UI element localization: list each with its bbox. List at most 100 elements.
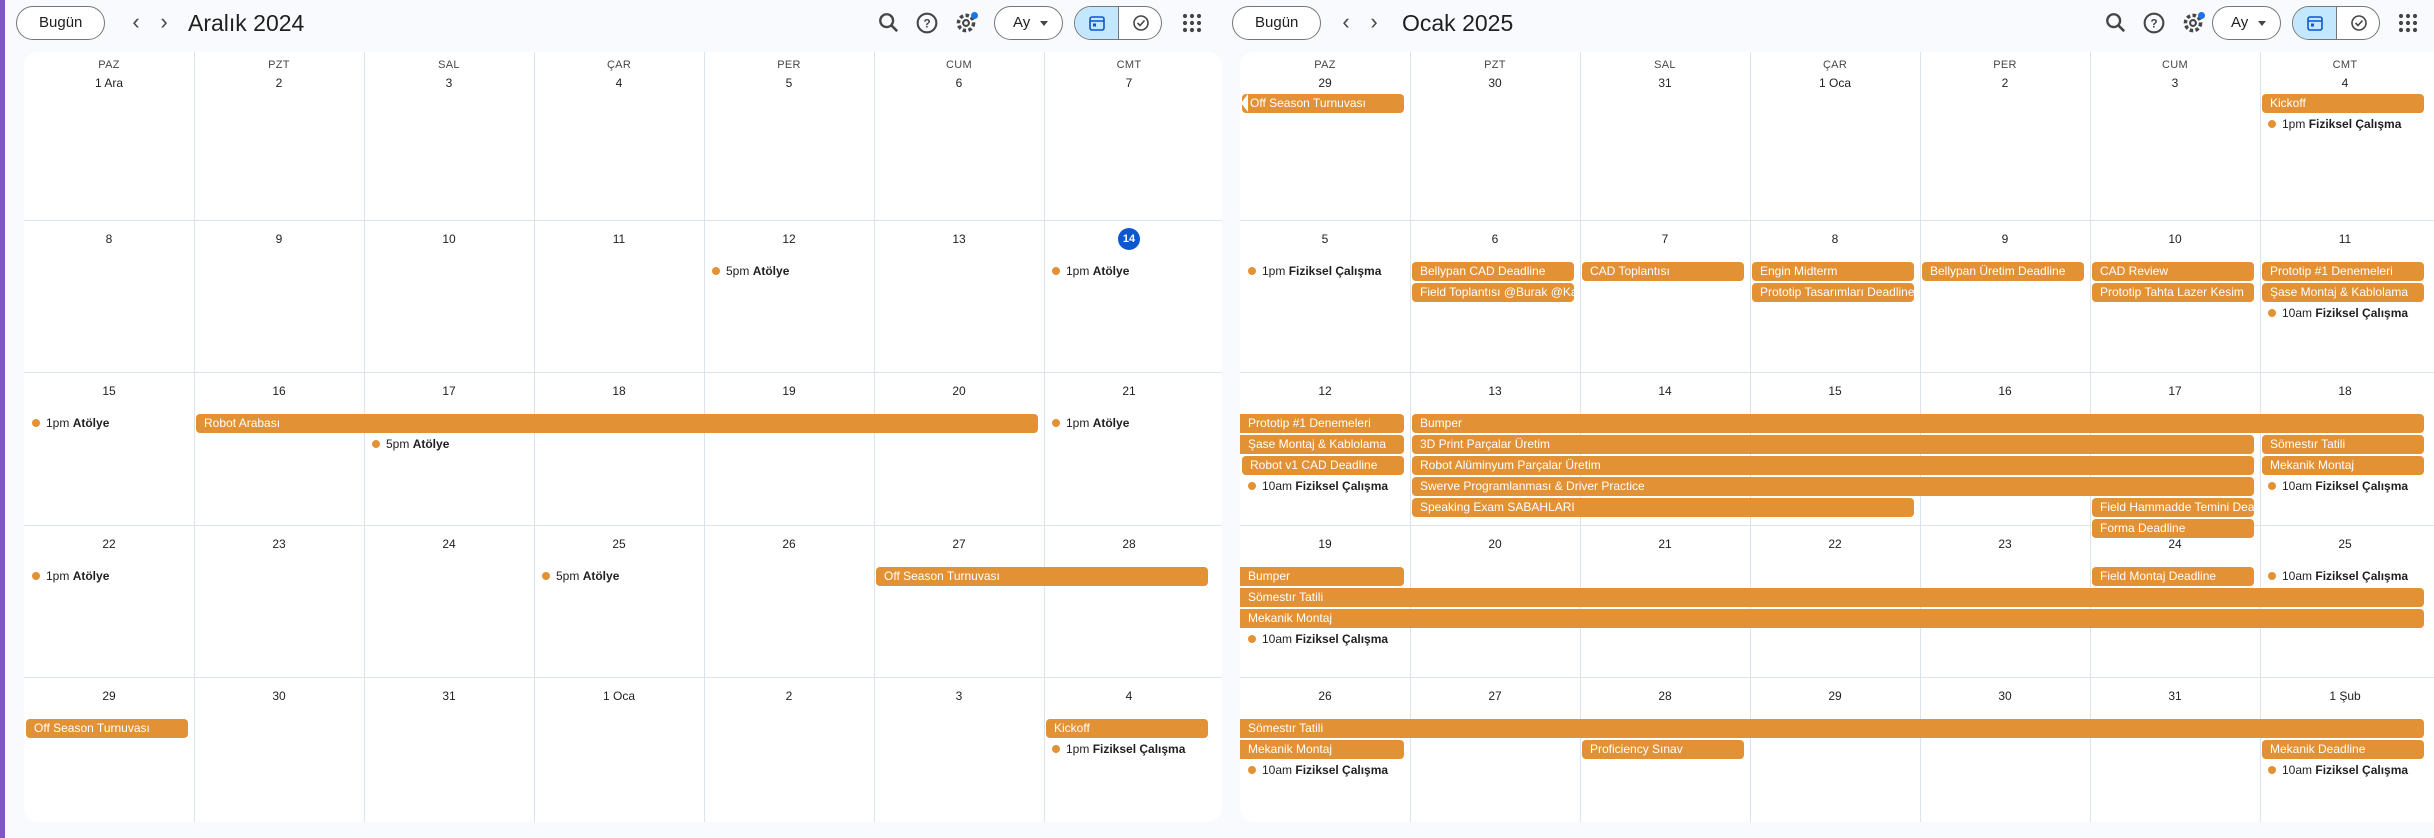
- prev-month-button[interactable]: ‹: [122, 9, 150, 37]
- event-bar[interactable]: Prototip #1 Denemeleri: [2262, 262, 2424, 281]
- event-bar[interactable]: 3D Print Parçalar Üretim: [1412, 435, 2254, 454]
- timed-event[interactable]: 10am Fiziksel Çalışma: [1240, 630, 1388, 649]
- day-number[interactable]: 27: [1410, 685, 1580, 707]
- day-number[interactable]: 14: [1580, 380, 1750, 402]
- day-number[interactable]: 1 Şub: [2260, 685, 2430, 707]
- day-number[interactable]: 3: [2090, 72, 2260, 94]
- day-number[interactable]: 28: [1580, 685, 1750, 707]
- today-day-number[interactable]: 14: [1118, 228, 1140, 250]
- event-bar[interactable]: Bellypan CAD Deadline: [1412, 262, 1574, 281]
- today-button[interactable]: Bugün: [16, 6, 106, 40]
- day-number[interactable]: 23: [1920, 533, 2090, 555]
- day-number[interactable]: 4: [534, 72, 704, 94]
- day-number[interactable]: 1 Oca: [534, 685, 704, 707]
- day-number[interactable]: 17: [364, 380, 534, 402]
- day-number[interactable]: 1 Oca: [1750, 72, 1920, 94]
- day-number[interactable]: 25: [2260, 533, 2430, 555]
- day-number[interactable]: 20: [1410, 533, 1580, 555]
- day-number[interactable]: 10: [364, 228, 534, 250]
- day-number[interactable]: 5: [704, 72, 874, 94]
- day-number[interactable]: 2: [194, 72, 364, 94]
- day-number[interactable]: 21: [1580, 533, 1750, 555]
- timed-event[interactable]: 1pm Atölye: [24, 414, 109, 433]
- day-number[interactable]: 9: [194, 228, 364, 250]
- timed-event[interactable]: 1pm Atölye: [1044, 262, 1129, 281]
- timed-event[interactable]: 1pm Fiziksel Çalışma: [1240, 262, 1381, 281]
- event-bar[interactable]: Prototip #1 Denemeleri: [1240, 414, 1404, 433]
- day-number[interactable]: 21: [1044, 380, 1214, 402]
- day-number[interactable]: 16: [194, 380, 364, 402]
- day-number[interactable]: 18: [2260, 380, 2430, 402]
- next-month-button[interactable]: ›: [150, 9, 178, 37]
- day-number[interactable]: 30: [1920, 685, 2090, 707]
- search-icon[interactable]: [875, 9, 903, 37]
- event-bar[interactable]: Mekanik Montaj: [1240, 609, 2424, 628]
- timed-event[interactable]: 1pm Fiziksel Çalışma: [1044, 740, 1185, 759]
- event-bar[interactable]: Robot Alüminyum Parçalar Üretim: [1412, 456, 2254, 475]
- day-number[interactable]: 31: [364, 685, 534, 707]
- event-bar[interactable]: Field Montaj Deadline: [2092, 567, 2254, 586]
- event-bar[interactable]: Swerve Programlanması & Driver Practice: [1412, 477, 2254, 496]
- day-number[interactable]: 31: [1580, 72, 1750, 94]
- event-bar[interactable]: Sömestır Tatili: [2262, 435, 2424, 454]
- event-bar[interactable]: Proficiency Sınav: [1582, 740, 1744, 759]
- settings-icon[interactable]: [2179, 9, 2207, 37]
- event-bar[interactable]: Bumper: [1412, 414, 2424, 433]
- tasks-view-button[interactable]: [1119, 7, 1161, 39]
- day-number[interactable]: 5: [1240, 228, 1410, 250]
- event-bar[interactable]: Prototip Tahta Lazer Kesim: [2092, 283, 2254, 302]
- timed-event[interactable]: 1pm Atölye: [1044, 414, 1129, 433]
- apps-grid-icon[interactable]: [1178, 9, 1206, 37]
- timed-event[interactable]: 10am Fiziksel Çalışma: [1240, 477, 1388, 496]
- view-select[interactable]: Ay: [994, 6, 1064, 40]
- day-number[interactable]: 31: [2090, 685, 2260, 707]
- event-bar[interactable]: Robot Arabası: [196, 414, 1038, 433]
- day-number[interactable]: 22: [24, 533, 194, 555]
- timed-event[interactable]: 10am Fiziksel Çalışma: [2260, 304, 2408, 323]
- event-bar[interactable]: Off Season Turnuvası: [26, 719, 188, 738]
- day-number[interactable]: 11: [534, 228, 704, 250]
- day-number[interactable]: 18: [534, 380, 704, 402]
- day-number[interactable]: 15: [1750, 380, 1920, 402]
- event-bar[interactable]: Sömestır Tatili: [1240, 588, 2424, 607]
- day-number[interactable]: 7: [1044, 72, 1214, 94]
- view-select[interactable]: Ay: [2212, 6, 2282, 40]
- timed-event[interactable]: 5pm Atölye: [534, 567, 619, 586]
- day-number[interactable]: 26: [1240, 685, 1410, 707]
- day-number[interactable]: 4: [2260, 72, 2430, 94]
- day-number[interactable]: 25: [534, 533, 704, 555]
- day-number[interactable]: 4: [1044, 685, 1214, 707]
- day-number[interactable]: 15: [24, 380, 194, 402]
- next-month-button[interactable]: ›: [1360, 9, 1388, 37]
- timed-event[interactable]: 1pm Fiziksel Çalışma: [2260, 115, 2401, 134]
- day-number[interactable]: 29: [1240, 72, 1410, 94]
- event-bar[interactable]: Şase Montaj & Kablolama: [1240, 435, 1404, 454]
- event-bar[interactable]: Bumper: [1240, 567, 1404, 586]
- event-bar[interactable]: Robot v1 CAD Deadline: [1242, 456, 1404, 475]
- event-bar[interactable]: Şase Montaj & Kablolama: [2262, 283, 2424, 302]
- day-number[interactable]: 30: [194, 685, 364, 707]
- event-bar[interactable]: Kickoff: [1046, 719, 1208, 738]
- day-number[interactable]: 24: [364, 533, 534, 555]
- event-bar[interactable]: Sömestır Tatili: [1240, 719, 2424, 738]
- event-bar[interactable]: Field Hammadde Temini Deadline: [2092, 498, 2254, 517]
- event-bar[interactable]: Off Season Turnuvası: [1242, 94, 1404, 113]
- day-number[interactable]: 9: [1920, 228, 2090, 250]
- event-bar[interactable]: Mekanik Montaj: [2262, 456, 2424, 475]
- day-number[interactable]: 12: [1240, 380, 1410, 402]
- timed-event[interactable]: 10am Fiziksel Çalışma: [2260, 761, 2408, 780]
- timed-event[interactable]: 5pm Atölye: [364, 435, 449, 454]
- timed-event[interactable]: 1pm Atölye: [24, 567, 109, 586]
- day-number[interactable]: 8: [1750, 228, 1920, 250]
- day-number[interactable]: 17: [2090, 380, 2260, 402]
- day-number[interactable]: 16: [1920, 380, 2090, 402]
- day-number[interactable]: 6: [1410, 228, 1580, 250]
- day-number[interactable]: 19: [1240, 533, 1410, 555]
- calendar-view-button[interactable]: [2293, 7, 2337, 39]
- day-number[interactable]: 30: [1410, 72, 1580, 94]
- event-bar[interactable]: Mekanik Deadline: [2262, 740, 2424, 759]
- timed-event[interactable]: 5pm Atölye: [704, 262, 789, 281]
- event-bar[interactable]: CAD Toplantısı: [1582, 262, 1744, 281]
- help-icon[interactable]: ?: [913, 9, 941, 37]
- day-number[interactable]: 10: [2090, 228, 2260, 250]
